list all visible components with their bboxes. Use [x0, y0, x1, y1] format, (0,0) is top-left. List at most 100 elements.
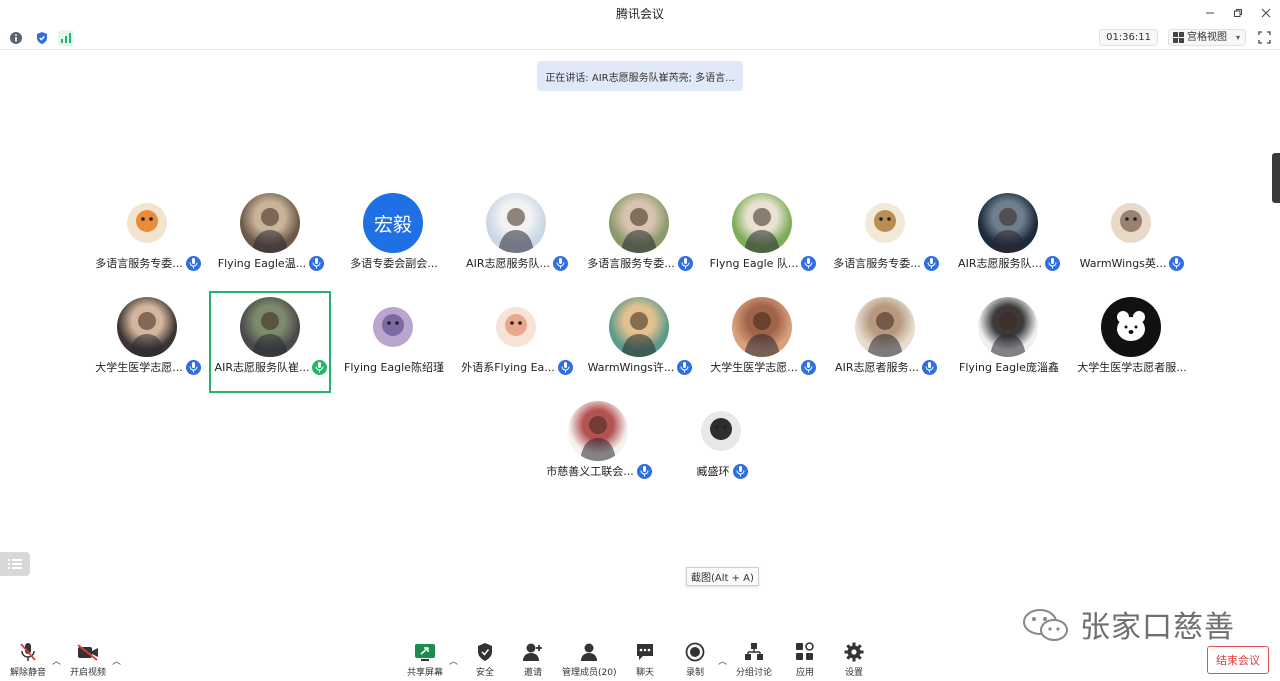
participant-name: 多语言服务专委...	[587, 257, 675, 270]
manage-members-button[interactable]: 管理成员(20)	[562, 642, 616, 678]
mic-status-icon	[1169, 255, 1185, 271]
participant-tile[interactable]: 大学生医学志愿...	[701, 291, 823, 393]
participant-name: 多语专委会副会...	[350, 257, 438, 270]
participant-tile[interactable]: 大学生医学志愿者服...	[1070, 291, 1192, 393]
unmute-button[interactable]: 解除静音	[10, 642, 46, 678]
avatar	[486, 193, 546, 253]
restore-icon[interactable]	[1224, 0, 1252, 26]
breakout-icon	[743, 642, 765, 662]
participant-name: AIR志愿服务队...	[958, 257, 1042, 270]
participant-tile[interactable]: Flying Eagle陈绍瑾	[332, 291, 454, 393]
invite-icon	[522, 642, 544, 662]
avatar	[117, 193, 177, 253]
participant-tile[interactable]: AIR志愿服务队...	[947, 187, 1069, 289]
avatar	[732, 193, 792, 253]
participant-tile[interactable]: 大学生医学志愿...	[86, 291, 208, 393]
avatar	[855, 193, 915, 253]
participant-tile[interactable]: Flyng Eagle 队...	[701, 187, 823, 289]
avatar	[1101, 193, 1161, 253]
participant-tile[interactable]: WarmWings许...	[578, 291, 700, 393]
side-panel-handle[interactable]	[1272, 153, 1280, 203]
participant-tile[interactable]: AIR志愿服务队崔...	[209, 291, 331, 393]
avatar	[978, 193, 1038, 253]
avatar	[240, 297, 300, 357]
participant-name-row: WarmWings英...	[1058, 255, 1206, 271]
chat-button[interactable]: 聊天	[634, 642, 656, 678]
participant-tile[interactable]: 多语言服务专委...	[578, 187, 700, 289]
participant-tile[interactable]: 臧盛环	[660, 395, 782, 497]
meeting-timer: 01:36:11	[1099, 29, 1158, 46]
participant-name: Flying Eagle庞淄鑫	[959, 361, 1059, 374]
participant-tile[interactable]: AIR志愿者服务...	[824, 291, 946, 393]
participant-name: WarmWings许...	[587, 361, 675, 374]
start-video-button[interactable]: 开启视频	[70, 642, 106, 678]
close-icon[interactable]	[1252, 0, 1280, 26]
chat-icon	[634, 642, 656, 662]
participant-name: 大学生医学志愿...	[95, 361, 183, 374]
participant-name: 大学生医学志愿者服...	[1077, 361, 1187, 374]
security-button[interactable]: 安全	[474, 642, 496, 678]
participant-tile[interactable]: 多语言服务专委...	[86, 187, 208, 289]
settings-label: 设置	[844, 668, 863, 678]
participant-tile[interactable]: Flying Eagle温...	[209, 187, 331, 289]
avatar	[363, 297, 423, 357]
participant-name: WarmWings英...	[1079, 257, 1167, 270]
signal-strength-icon[interactable]	[58, 30, 74, 46]
participant-tile[interactable]: AIR志愿服务队...	[455, 187, 577, 289]
end-meeting-button[interactable]: 结束会议	[1207, 646, 1269, 674]
bottom-toolbar: 解除静音 ︿ 开启视频 ︿ 共享屏幕 ︿ 安全 邀请 管理成员(20) 聊天 录…	[0, 636, 1280, 681]
share-screen-label: 共享屏幕	[407, 668, 444, 678]
record-options-icon[interactable]: ︿	[718, 654, 727, 667]
participant-tile[interactable]: 外语系Flying Ea...	[455, 291, 577, 393]
meeting-info-icon[interactable]	[8, 30, 24, 46]
fullscreen-icon[interactable]	[1256, 29, 1272, 45]
apps-button[interactable]: 应用	[794, 642, 816, 678]
avatar: 宏毅	[363, 193, 423, 253]
minimize-icon[interactable]	[1196, 0, 1224, 26]
participant-tile[interactable]: 多语言服务专委...	[824, 187, 946, 289]
share-options-icon[interactable]: ︿	[449, 654, 458, 667]
chat-label: 聊天	[635, 668, 654, 678]
speaking-text: 正在讲话: AIR志愿服务队崔芮亮; 多语言...	[545, 72, 735, 84]
audio-options-icon[interactable]: ︿	[52, 654, 61, 667]
record-label: 录制	[685, 668, 704, 678]
member-list-toggle[interactable]	[0, 552, 30, 576]
chevron-down-icon: ▾	[1236, 33, 1241, 42]
invite-button[interactable]: 邀请	[522, 642, 544, 678]
participant-tile[interactable]: 宏毅多语专委会副会...	[332, 187, 454, 289]
view-mode-label: 宫格视图	[1187, 32, 1227, 43]
participant-name: AIR志愿服务队崔...	[214, 361, 310, 374]
participant-name: 大学生医学志愿...	[710, 361, 798, 374]
window-controls	[1196, 0, 1280, 26]
record-button[interactable]: 录制	[684, 642, 706, 678]
avatar	[486, 297, 546, 357]
avatar	[978, 297, 1038, 357]
participant-name: Flying Eagle温...	[217, 257, 307, 270]
breakout-label: 分组讨论	[736, 668, 773, 678]
apps-icon	[794, 642, 816, 662]
participant-tile[interactable]: WarmWings英...	[1070, 187, 1192, 289]
list-icon	[8, 559, 22, 569]
speaking-indicator: 正在讲话: AIR志愿服务队崔芮亮; 多语言...	[537, 61, 743, 91]
participant-tile[interactable]: 市慈善义工联会...	[537, 395, 659, 497]
manage-members-label: 管理成员(20)	[562, 668, 617, 678]
participant-name: AIR志愿者服务...	[835, 361, 919, 374]
meeting-window: 腾讯会议 01:36:11 宫格视图 ▾ 正在讲话: AIR志愿服务队崔芮亮; …	[0, 0, 1280, 681]
grid-view-icon	[1173, 32, 1184, 43]
share-screen-button[interactable]: 共享屏幕	[407, 642, 443, 678]
avatar	[691, 401, 751, 461]
apps-label: 应用	[795, 668, 814, 678]
breakout-button[interactable]: 分组讨论	[736, 642, 772, 678]
settings-button[interactable]: 设置	[843, 642, 865, 678]
participant-name: 臧盛环	[696, 465, 730, 478]
participant-tile[interactable]: Flying Eagle庞淄鑫	[947, 291, 1069, 393]
view-mode-dropdown[interactable]: 宫格视图 ▾	[1168, 29, 1246, 46]
security-shield-icon[interactable]	[34, 30, 50, 46]
participant-name-row: 臧盛环	[648, 463, 796, 479]
avatar	[732, 297, 792, 357]
video-options-icon[interactable]: ︿	[112, 654, 121, 667]
participant-name: 市慈善义工联会...	[546, 465, 634, 478]
share-screen-icon	[414, 642, 436, 662]
participant-name: AIR志愿服务队...	[466, 257, 550, 270]
mic-muted-icon	[17, 642, 39, 662]
